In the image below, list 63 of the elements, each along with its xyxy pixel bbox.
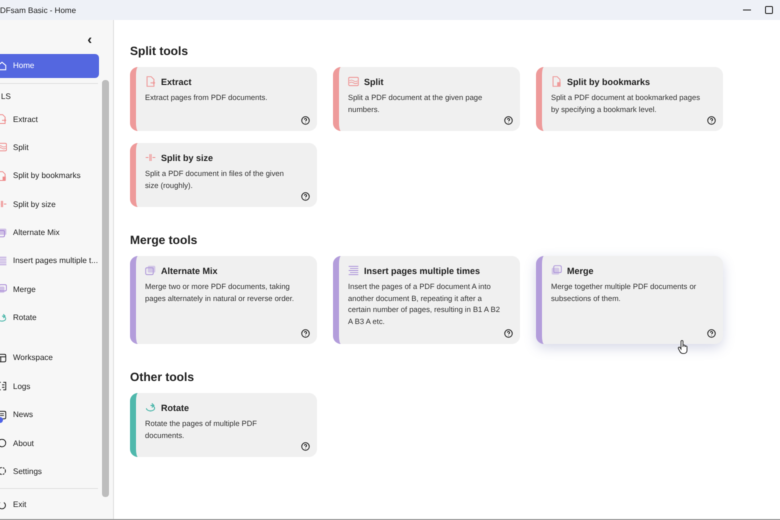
newspaper-icon [0, 410, 7, 420]
sidebar-item[interactable]: About [0, 428, 99, 458]
rotate-arrow-icon [0, 312, 7, 323]
lines-icon [348, 265, 359, 276]
card-title: Insert pages multiple times [364, 266, 480, 276]
maximize-icon [765, 6, 773, 14]
sidebar-item[interactable]: Split [0, 133, 99, 162]
home-icon [0, 60, 7, 71]
sidebar-item[interactable]: Rotate [0, 303, 99, 332]
hand-cursor-icon [677, 340, 689, 354]
settings-icon [0, 466, 7, 476]
card-title: Alternate Mix [161, 266, 218, 276]
section-heading: Split tools [130, 44, 189, 58]
help-icon[interactable] [301, 329, 310, 338]
window-icon [0, 352, 7, 363]
help-icon[interactable] [707, 116, 716, 125]
sidebar-item[interactable]: Workspace [0, 344, 99, 372]
stacked-pages-icon [145, 265, 156, 276]
card-title: Rotate [161, 402, 190, 412]
help-icon[interactable] [707, 329, 716, 338]
split-arrows-icon [145, 152, 156, 163]
stacked-pages-icon [0, 284, 7, 294]
card-title: Split [364, 76, 384, 86]
sidebar-item[interactable]: Insert pages multiple t... [0, 246, 99, 276]
document-arrow-icon [0, 114, 7, 124]
sidebar-item[interactable]: Home [0, 54, 99, 78]
sidebar-item[interactable]: Split by size [0, 190, 99, 218]
rotate-arrow-icon [145, 402, 156, 413]
section-heading: Merge tools [130, 233, 198, 247]
card-title: Split by size [161, 152, 214, 162]
help-icon[interactable] [504, 116, 513, 125]
sidebar-item[interactable]: Split by bookmarks [0, 162, 99, 190]
help-icon[interactable] [504, 329, 513, 338]
collapse-button[interactable]: ‹ [85, 32, 94, 46]
minimize-icon [743, 9, 751, 11]
sidebar-item[interactable]: Alternate Mix [0, 218, 99, 247]
help-icon[interactable] [301, 116, 310, 125]
lines-icon [0, 256, 7, 266]
list-icon [0, 381, 7, 392]
wave-frame-icon [0, 142, 7, 152]
scrollbar-thumb[interactable] [102, 80, 109, 497]
sidebar-item[interactable]: Settings [0, 457, 99, 486]
section-heading: Other tools [130, 370, 196, 384]
window-title: DFsam Basic - Home [0, 6, 78, 14]
help-icon[interactable] [301, 192, 310, 201]
card-title: Extract [161, 76, 192, 86]
sidebar-item[interactable]: Extract [0, 104, 99, 134]
section-label: LS [0, 90, 12, 103]
card-title: Merge [567, 266, 594, 276]
split-arrows-icon [0, 199, 7, 210]
stacked-pages-icon [0, 228, 7, 238]
card-title: Split by bookmarks [567, 76, 650, 86]
exit-item[interactable]: Exit [0, 490, 99, 519]
bookmark-document-icon [0, 170, 7, 181]
sidebar-item[interactable]: Merge [0, 275, 99, 304]
help-icon[interactable] [301, 442, 310, 451]
wave-frame-icon [348, 76, 359, 87]
document-arrow-icon [145, 76, 156, 87]
sidebar-item[interactable]: News [0, 400, 99, 429]
power-icon [0, 500, 7, 510]
stacked-pages-icon [551, 265, 562, 276]
bookmark-document-icon [551, 76, 562, 87]
sidebar-item[interactable]: Logs [0, 372, 99, 400]
